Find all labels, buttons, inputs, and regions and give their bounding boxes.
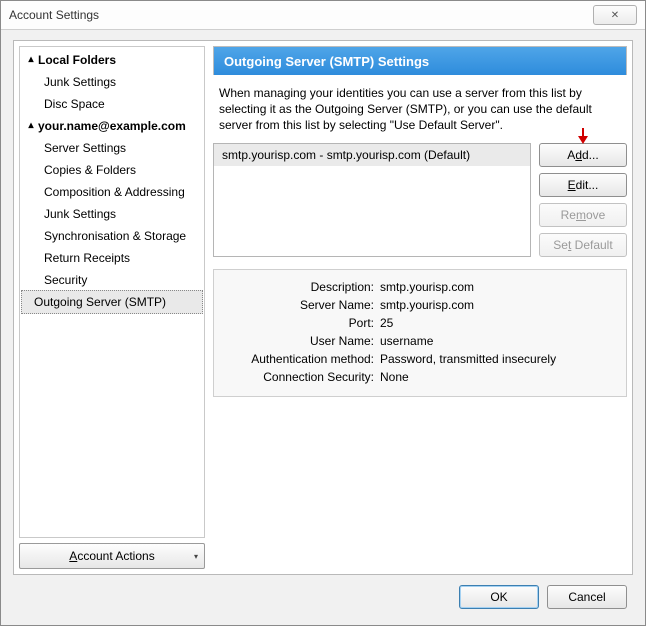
detail-row-user-name: User Name: username [224,332,616,350]
tree-item-outgoing-smtp[interactable]: Outgoing Server (SMTP) [21,290,203,314]
tree-item-sync-storage[interactable]: Synchronisation & Storage [20,225,204,247]
detail-value: Password, transmitted insecurely [380,350,616,368]
tree-label: Server Settings [44,139,126,157]
chevron-down-icon: ▾ [194,552,198,561]
detail-label: Description: [224,278,380,296]
tree-item-junk-settings[interactable]: Junk Settings [20,71,204,93]
tree-label: Composition & Addressing [44,183,185,201]
tree-label: Outgoing Server (SMTP) [34,293,166,311]
tree-label: your.name@example.com [38,117,186,135]
detail-value: 25 [380,314,616,332]
twisty-icon: ▴ [26,51,36,69]
tree-label: Security [44,271,87,289]
twisty-icon: ▴ [26,117,36,135]
tree-item-server-settings[interactable]: Server Settings [20,137,204,159]
account-tree[interactable]: ▴ Local Folders Junk Settings Disc Space… [19,46,205,538]
close-icon: ✕ [611,10,619,21]
button-label: Cancel [568,590,605,604]
account-actions-label: Account Actions [69,549,154,563]
add-button[interactable]: Add... [539,143,627,167]
pane-title: Outgoing Server (SMTP) Settings [224,54,429,69]
detail-label: Port: [224,314,380,332]
window-title: Account Settings [9,8,593,22]
detail-label: Server Name: [224,296,380,314]
tree-item-disc-space[interactable]: Disc Space [20,93,204,115]
detail-value: smtp.yourisp.com [380,278,616,296]
detail-value: None [380,368,616,386]
button-label: Edit... [568,178,599,192]
smtp-server-item[interactable]: smtp.yourisp.com - smtp.yourisp.com (Def… [214,144,530,166]
server-list-row: smtp.yourisp.com - smtp.yourisp.com (Def… [213,143,627,257]
button-label: OK [490,590,507,604]
content-panel: ▴ Local Folders Junk Settings Disc Space… [13,40,633,575]
button-label: Add... [567,148,598,162]
tree-item-local-folders[interactable]: ▴ Local Folders [20,49,204,71]
detail-label: Connection Security: [224,368,380,386]
tree-label: Local Folders [38,51,116,69]
main-pane: Outgoing Server (SMTP) Settings When man… [213,46,627,569]
edit-button[interactable]: Edit... [539,173,627,197]
smtp-server-label: smtp.yourisp.com - smtp.yourisp.com (Def… [222,148,470,162]
detail-label: User Name: [224,332,380,350]
tree-label: Disc Space [44,95,105,113]
dialog-footer: OK Cancel [13,575,633,615]
sidebar: ▴ Local Folders Junk Settings Disc Space… [19,46,205,569]
detail-label: Authentication method: [224,350,380,368]
titlebar: Account Settings ✕ [1,1,645,30]
tree-label: Junk Settings [44,73,116,91]
tree-label: Junk Settings [44,205,116,223]
smtp-server-list[interactable]: smtp.yourisp.com - smtp.yourisp.com (Def… [213,143,531,257]
tree-label: Copies & Folders [44,161,136,179]
tree-item-security[interactable]: Security [20,269,204,291]
window-body: ▴ Local Folders Junk Settings Disc Space… [1,30,645,625]
tree-item-copies-folders[interactable]: Copies & Folders [20,159,204,181]
remove-button[interactable]: Remove [539,203,627,227]
detail-row-auth-method: Authentication method: Password, transmi… [224,350,616,368]
button-column: Add... Edit... Remove Set Default [539,143,627,257]
tree-item-return-receipts[interactable]: Return Receipts [20,247,204,269]
detail-value: smtp.yourisp.com [380,296,616,314]
detail-value: username [380,332,616,350]
tree-label: Return Receipts [44,249,130,267]
cancel-button[interactable]: Cancel [547,585,627,609]
server-details: Description: smtp.yourisp.com Server Nam… [213,269,627,397]
detail-row-description: Description: smtp.yourisp.com [224,278,616,296]
pane-description: When managing your identities you can us… [213,75,627,143]
detail-row-port: Port: 25 [224,314,616,332]
button-label: Set Default [553,238,612,252]
tree-label: Synchronisation & Storage [44,227,186,245]
button-label: Remove [561,208,606,222]
detail-row-conn-security: Connection Security: None [224,368,616,386]
account-actions-button[interactable]: Account Actions ▾ [19,543,205,569]
close-button[interactable]: ✕ [593,5,637,25]
tree-item-junk-settings-2[interactable]: Junk Settings [20,203,204,225]
ok-button[interactable]: OK [459,585,539,609]
tree-item-account[interactable]: ▴ your.name@example.com [20,115,204,137]
tree-item-composition[interactable]: Composition & Addressing [20,181,204,203]
set-default-button[interactable]: Set Default [539,233,627,257]
detail-row-server-name: Server Name: smtp.yourisp.com [224,296,616,314]
pane-header: Outgoing Server (SMTP) Settings [213,46,627,75]
account-settings-window: Account Settings ✕ ▴ Local Folders Junk … [0,0,646,626]
